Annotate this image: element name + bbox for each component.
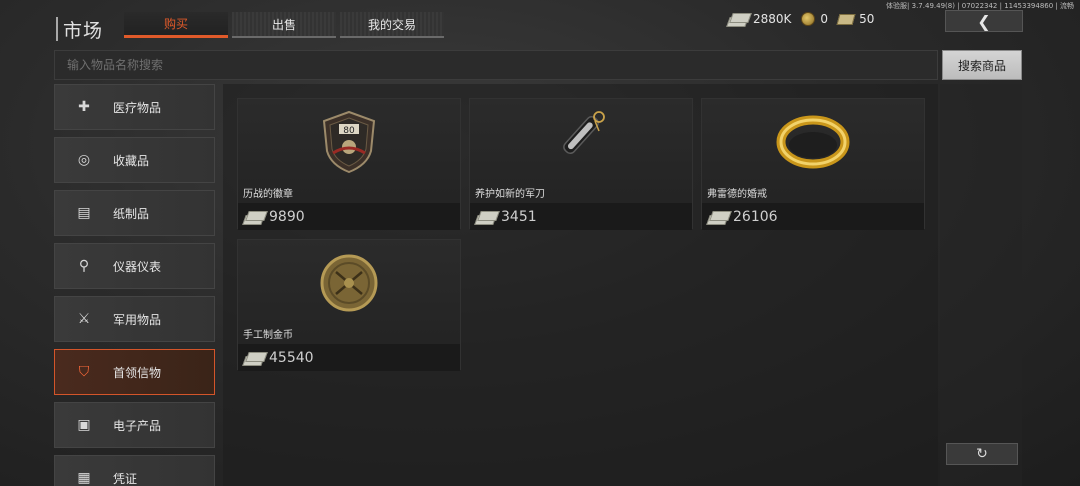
voucher-icon: ▦: [77, 470, 91, 486]
market-tabs: 购买 出售 我的交易: [124, 12, 444, 38]
refresh-button[interactable]: ↻: [946, 443, 1018, 465]
page-title: 市场: [63, 19, 104, 42]
military-icon: ⚔: [77, 311, 91, 327]
medical-icon: ✚: [78, 99, 90, 115]
boss-token-icon: ⛉: [78, 364, 90, 380]
search-input[interactable]: [54, 50, 938, 80]
paper-icon: ▤: [77, 205, 91, 221]
tab-my-trades[interactable]: 我的交易: [340, 12, 444, 38]
sidebar-item-vouchers[interactable]: ▦ 凭证: [54, 455, 215, 486]
cash-icon: [708, 211, 728, 223]
currency-cash: 2880K: [728, 12, 791, 26]
item-name: 手工制金币: [243, 330, 293, 341]
sidebar-item-label: 纸制品: [113, 206, 150, 221]
badge-icon: 80: [322, 110, 376, 174]
coin-amount: 0: [820, 12, 829, 26]
sidebar-item-electronics[interactable]: ▣ 电子产品: [54, 402, 215, 448]
coin-icon: [801, 12, 816, 26]
cash-amount: 2880K: [753, 12, 792, 26]
currency-ticket: 50: [836, 12, 875, 26]
knife-icon: [563, 111, 605, 155]
sidebar-item-label: 医疗物品: [113, 100, 162, 115]
currency-coin: 0: [801, 12, 828, 26]
sidebar-item-label: 收藏品: [113, 153, 150, 168]
search-button[interactable]: 搜索商品: [942, 50, 1022, 80]
sidebar-item-paper[interactable]: ▤ 纸制品: [54, 190, 215, 236]
sidebar-item-medical[interactable]: ✚ 医疗物品: [54, 84, 215, 130]
item-price: 45540: [269, 349, 314, 366]
sidebar-item-label: 凭证: [113, 471, 138, 486]
sidebar-item-label: 电子产品: [113, 418, 162, 433]
tab-buy[interactable]: 购买: [124, 12, 228, 38]
sidebar-item-boss-tokens[interactable]: ⛉ 首领信物: [54, 349, 215, 395]
sidebar-item-label: 仪器仪表: [113, 259, 162, 274]
category-sidebar: ✚ 医疗物品 ◎ 收藏品 ▤ 纸制品 ⚲ 仪器仪表 ⚔ 军用物品 ⛉ 首领信物 …: [54, 84, 215, 486]
item-price-row: 3451: [470, 203, 692, 230]
currency-bar: 2880K 0 50: [728, 12, 874, 26]
cash-icon: [476, 211, 496, 223]
sidebar-item-label: 首领信物: [113, 365, 162, 380]
collectible-icon: ◎: [77, 152, 91, 168]
gold-coin-icon: [320, 254, 378, 312]
cash-icon: [728, 13, 748, 25]
badge-number-text: 80: [343, 126, 355, 136]
item-price: 26106: [733, 208, 778, 225]
cash-icon: [244, 211, 264, 223]
back-button[interactable]: ❮: [945, 10, 1023, 32]
sidebar-item-military[interactable]: ⚔ 军用物品: [54, 296, 215, 342]
sidebar-item-instruments[interactable]: ⚲ 仪器仪表: [54, 243, 215, 289]
item-name: 养护如新的军刀: [475, 189, 545, 200]
item-card-knife[interactable]: 养护如新的军刀 3451: [469, 98, 693, 230]
sidebar-item-collectibles[interactable]: ◎ 收藏品: [54, 137, 215, 183]
item-price-row: 9890: [238, 203, 460, 230]
item-card-ring[interactable]: 弗雷德的婚戒 26106: [701, 98, 925, 230]
refresh-icon: ↻: [976, 446, 988, 462]
item-image: [702, 99, 924, 185]
right-side-panel: [940, 84, 1022, 486]
item-price-row: 45540: [238, 344, 460, 371]
ticket-amount: 50: [859, 12, 875, 26]
sidebar-item-label: 军用物品: [113, 312, 162, 327]
item-name: 弗雷德的婚戒: [707, 189, 767, 200]
tab-sell[interactable]: 出售: [232, 12, 336, 38]
item-price-row: 26106: [702, 203, 924, 230]
page-title-bar: 市场: [56, 16, 103, 42]
item-card-gold-coin[interactable]: 手工制金币 45540: [237, 239, 461, 371]
item-name: 历战的徽章: [243, 189, 293, 200]
item-card-badge[interactable]: 80 历战的徽章 9890: [237, 98, 461, 230]
item-price: 9890: [269, 208, 305, 225]
chevron-left-icon: ❮: [977, 11, 991, 31]
item-image: [238, 240, 460, 326]
ring-icon: [776, 115, 850, 169]
item-image: [470, 99, 692, 185]
ticket-icon: [836, 13, 856, 25]
instrument-icon: ⚲: [78, 258, 90, 274]
item-price: 3451: [501, 208, 537, 225]
item-image: 80: [238, 99, 460, 185]
cash-icon: [244, 352, 264, 364]
electronics-icon: ▣: [77, 417, 91, 433]
title-divider: [56, 17, 58, 41]
